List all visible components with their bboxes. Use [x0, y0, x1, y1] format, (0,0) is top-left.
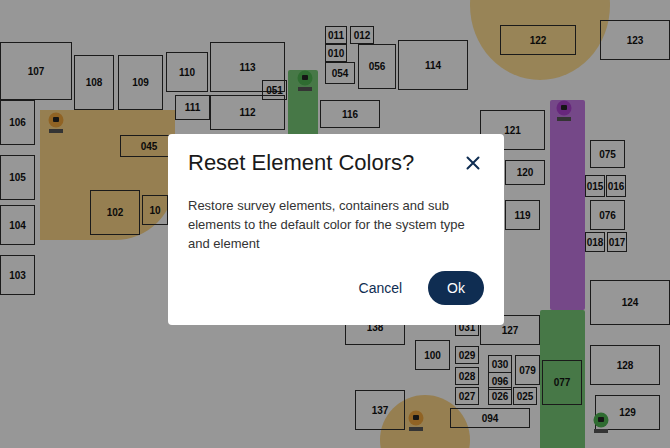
cancel-button[interactable]: Cancel	[355, 272, 407, 304]
dialog-title: Reset Element Colors?	[188, 150, 414, 176]
reset-colors-dialog: Reset Element Colors? Restore survey elem…	[168, 134, 504, 325]
dialog-message: Restore survey elements, containers and …	[188, 196, 484, 253]
floor-plan-screen: 1071081091101130110120100540561141221231…	[0, 0, 670, 448]
close-icon	[466, 156, 480, 170]
modal-backdrop[interactable]: Reset Element Colors? Restore survey elem…	[0, 0, 670, 448]
close-button[interactable]	[462, 152, 484, 174]
ok-button[interactable]: Ok	[428, 271, 484, 305]
